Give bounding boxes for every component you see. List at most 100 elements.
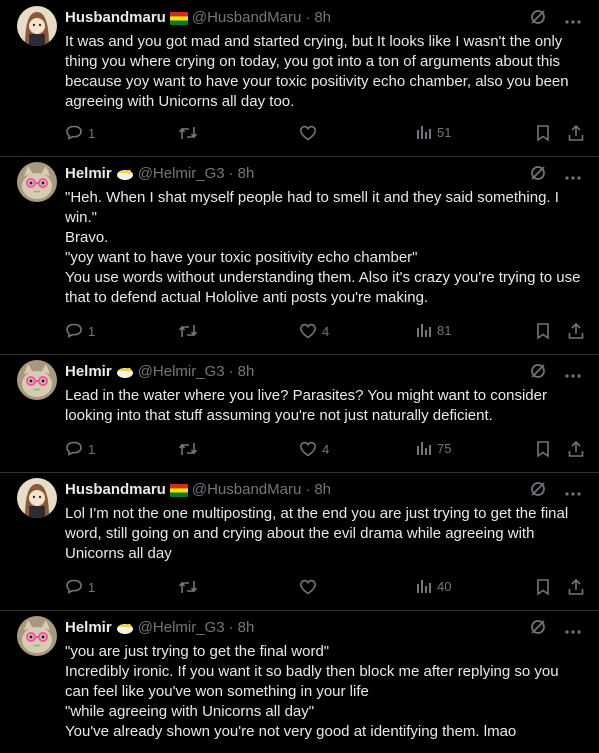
emoji-icon [116,621,134,635]
author-name[interactable]: Helmir [65,164,112,184]
reply-count: 1 [88,441,96,457]
like-button[interactable] [299,124,322,142]
heart-icon [299,441,317,457]
avatar[interactable] [17,478,57,518]
views-button[interactable]: 40 [416,578,451,594]
heart-icon [299,323,317,339]
author-name[interactable]: Helmir [65,618,112,638]
timestamp[interactable]: 8h [238,164,255,184]
tweet-text: Lol I'm not the one multiposting, at the… [65,504,585,564]
avatar[interactable] [17,162,57,202]
tweet-line: Bravo. [65,229,109,246]
author-handle[interactable]: @HusbandMaru [192,8,301,28]
avatar[interactable] [17,6,57,46]
bookmark-button[interactable] [535,440,551,458]
views-button[interactable]: 81 [416,322,451,338]
more-icon[interactable] [565,621,581,639]
like-button[interactable] [299,578,322,596]
tweet-line: Lol I'm not the one multiposting, at the… [65,505,569,562]
author-handle[interactable]: @Helmir_G3 [138,164,225,184]
like-button[interactable]: 4 [299,440,329,458]
views-button[interactable]: 51 [416,124,451,140]
retweet-button[interactable] [178,124,203,142]
bolivia-flag-icon [169,11,188,25]
retweet-button[interactable] [178,440,203,458]
reply-icon [66,323,82,338]
timestamp[interactable]: 8h [238,618,255,638]
views-icon [417,442,431,455]
author-handle[interactable]: @Helmir_G3 [138,362,225,382]
like-button[interactable]: 4 [299,322,329,340]
tweet-text: Lead in the water where you live? Parasi… [65,386,585,426]
retweet-button[interactable] [178,322,203,340]
more-icon[interactable] [565,167,581,185]
tweet-line: "you are just trying to get the final wo… [65,643,330,660]
tweet[interactable]: Husbandmaru @HusbandMaru · 8h It was and… [0,0,599,157]
reply-button[interactable]: 1 [65,124,95,142]
avatar[interactable] [17,360,57,400]
share-button[interactable] [567,440,585,458]
views-button[interactable]: 75 [416,440,451,456]
reply-count: 1 [88,125,96,141]
action-bar: 1 51 [65,124,587,144]
tweet[interactable]: Helmir @Helmir_G3 · 8h Lead in the water… [0,354,599,473]
bookmark-icon [537,323,549,340]
share-button[interactable] [567,124,585,142]
retweet-button[interactable] [178,578,203,596]
more-icon[interactable] [565,365,581,383]
tweet-text: "you are just trying to get the final wo… [65,642,585,742]
share-icon [568,322,584,339]
timestamp[interactable]: 8h [238,362,255,382]
more-icon[interactable] [565,11,581,29]
reply-button[interactable]: 1 [65,440,95,458]
tweet-line: "while agreeing with Unicorns all day" [65,703,315,720]
action-bar: 1 4 81 [65,322,587,342]
tweet-line: You use words without understanding them… [65,269,581,306]
tweet[interactable]: Helmir @Helmir_G3 · 8h "Heh. When I shat… [0,156,599,355]
retweet-icon [178,581,198,593]
view-count: 51 [437,124,452,140]
bookmark-button[interactable] [535,578,551,596]
retweet-icon [178,127,198,139]
tweet-line: Incredibly ironic. If you want it so bad… [65,663,559,700]
timestamp[interactable]: 8h [314,8,331,28]
tweet-text: "Heh. When I shat myself people had to s… [65,188,585,308]
tweet[interactable]: Husbandmaru @HusbandMaru · 8h Lol I'm no… [0,472,599,611]
bookmark-button[interactable] [535,124,551,142]
bookmark-icon [537,441,549,458]
separator: · [228,363,234,380]
share-icon [568,124,584,141]
share-button[interactable] [567,322,585,340]
grok-icon[interactable] [529,618,547,641]
avatar[interactable] [17,616,57,656]
reply-button[interactable]: 1 [65,322,95,340]
tweet-text: It was and you got mad and started cryin… [65,32,585,112]
grok-icon[interactable] [529,480,547,503]
separator: · [305,481,311,498]
retweet-icon [178,443,198,455]
author-handle[interactable]: @HusbandMaru [192,480,301,500]
reply-button[interactable]: 1 [65,578,95,596]
separator: · [305,9,311,26]
author-name[interactable]: Husbandmaru [65,480,166,500]
grok-icon[interactable] [529,362,547,385]
separator: · [228,165,234,182]
author-handle[interactable]: @Helmir_G3 [138,618,225,638]
author-name[interactable]: Husbandmaru [65,8,166,28]
reply-count: 1 [88,579,96,595]
view-count: 81 [437,322,452,338]
heart-icon [299,579,317,595]
bookmark-button[interactable] [535,322,551,340]
more-icon[interactable] [565,483,581,501]
tweet[interactable]: Helmir @Helmir_G3 · 8h "you are just try… [0,610,599,753]
grok-icon[interactable] [529,8,547,31]
author-name[interactable]: Helmir [65,362,112,382]
retweet-icon [178,325,198,337]
emoji-icon [116,167,134,181]
timestamp[interactable]: 8h [314,480,331,500]
views-icon [417,126,431,139]
grok-icon[interactable] [529,164,547,187]
tweet-line: You've already shown you're not very goo… [65,723,517,740]
like-count: 4 [322,323,330,339]
share-button[interactable] [567,578,585,596]
